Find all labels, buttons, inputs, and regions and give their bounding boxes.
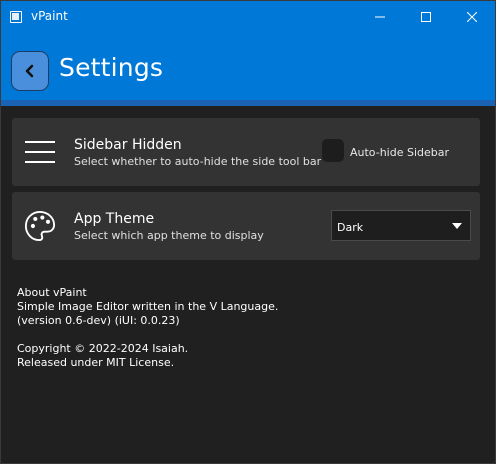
- minimize-button[interactable]: [357, 1, 403, 33]
- menu-icon: [24, 136, 56, 168]
- app-icon: [10, 11, 22, 23]
- setting-description: Select whether to auto-hide the side too…: [74, 155, 322, 168]
- minimize-icon: [375, 16, 385, 18]
- header-divider: [1, 100, 495, 106]
- close-icon: [467, 12, 477, 22]
- window-title: vPaint: [31, 9, 68, 23]
- app-window: vPaint Settings Sidebar Hidden Select wh…: [0, 0, 496, 464]
- about-section: About vPaint Simple Image Editor written…: [17, 286, 278, 370]
- setting-card-sidebar: Sidebar Hidden Select whether to auto-hi…: [12, 118, 480, 186]
- palette-icon: [24, 210, 56, 242]
- about-heading: About vPaint: [17, 286, 87, 299]
- back-button[interactable]: [11, 51, 49, 91]
- about-version: (version 0.6-dev) (iUI: 0.0.23): [17, 314, 180, 327]
- checkbox-label[interactable]: Auto-hide Sidebar: [350, 146, 449, 159]
- theme-select[interactable]: Dark: [331, 210, 471, 241]
- maximize-icon: [421, 12, 431, 22]
- setting-title: App Theme: [74, 211, 155, 227]
- close-button[interactable]: [449, 1, 495, 33]
- theme-select-value: Dark: [337, 221, 364, 234]
- setting-title: Sidebar Hidden: [74, 137, 182, 153]
- about-license: Released under MIT License.: [17, 356, 175, 369]
- setting-description: Select which app theme to display: [74, 229, 264, 242]
- about-description: Simple Image Editor written in the V Lan…: [17, 300, 279, 313]
- title-bar[interactable]: vPaint: [1, 1, 495, 33]
- auto-hide-sidebar-checkbox[interactable]: [322, 139, 344, 162]
- chevron-left-icon: [25, 64, 34, 78]
- setting-card-theme: App Theme Select which app theme to disp…: [12, 192, 480, 260]
- about-copyright: Copyright © 2022-2024 Isaiah.: [17, 342, 189, 355]
- caret-down-icon: [452, 223, 462, 229]
- page-title: Settings: [59, 53, 164, 82]
- maximize-button[interactable]: [403, 1, 449, 33]
